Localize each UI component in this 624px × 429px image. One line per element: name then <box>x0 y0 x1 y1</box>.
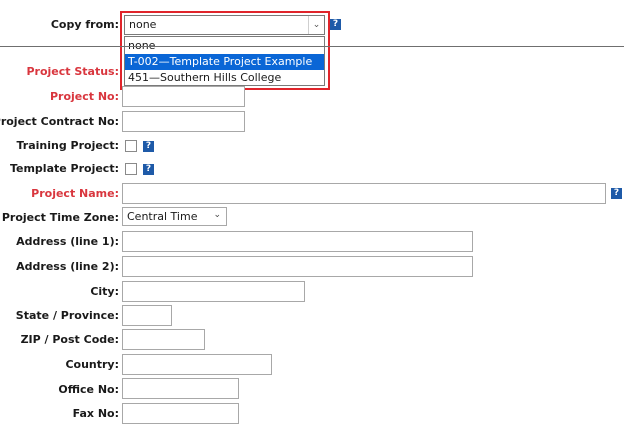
chevron-down-icon: ⌄ <box>213 210 221 220</box>
zip-post-code-input[interactable] <box>122 329 205 350</box>
highlight-callout <box>120 11 330 90</box>
office-no-input[interactable] <box>122 378 239 399</box>
project-status-label: Project Status: <box>26 65 119 78</box>
time-zone-select[interactable]: Central Time ⌄ <box>122 207 227 226</box>
fax-no-input[interactable] <box>122 403 239 424</box>
state-province-label: State / Province: <box>15 309 119 322</box>
help-icon[interactable]: ? <box>143 164 154 175</box>
help-icon[interactable]: ? <box>330 19 341 30</box>
project-name-label: Project Name: <box>31 187 119 200</box>
address-line1-label: Address (line 1): <box>16 235 119 248</box>
project-no-label: Project No: <box>49 90 119 103</box>
country-label: Country: <box>65 358 119 371</box>
template-project-checkbox[interactable] <box>125 163 137 175</box>
help-icon[interactable]: ? <box>143 141 154 152</box>
project-contract-no-input[interactable] <box>122 111 245 132</box>
help-icon[interactable]: ? <box>611 188 622 199</box>
fax-no-label: Fax No: <box>72 407 119 420</box>
section-divider <box>0 46 624 47</box>
address-line1-input[interactable] <box>122 231 473 252</box>
country-input[interactable] <box>122 354 272 375</box>
project-name-input[interactable] <box>122 183 606 204</box>
time-zone-value: Central Time <box>127 210 198 223</box>
state-province-input[interactable] <box>122 305 172 326</box>
project-time-zone-label: Project Time Zone: <box>1 211 119 224</box>
city-label: City: <box>90 285 119 298</box>
zip-post-code-label: ZIP / Post Code: <box>20 333 119 346</box>
template-project-label: Template Project: <box>9 162 119 175</box>
training-project-label: Training Project: <box>16 139 119 152</box>
copy-from-label: Copy from: <box>50 18 119 31</box>
city-input[interactable] <box>122 281 305 302</box>
training-project-checkbox[interactable] <box>125 140 137 152</box>
address-line2-input[interactable] <box>122 256 473 277</box>
address-line2-label: Address (line 2): <box>16 260 119 273</box>
project-no-input[interactable] <box>122 86 245 107</box>
project-contract-no-label: Project Contract No: <box>0 115 119 128</box>
office-no-label: Office No: <box>58 383 119 396</box>
